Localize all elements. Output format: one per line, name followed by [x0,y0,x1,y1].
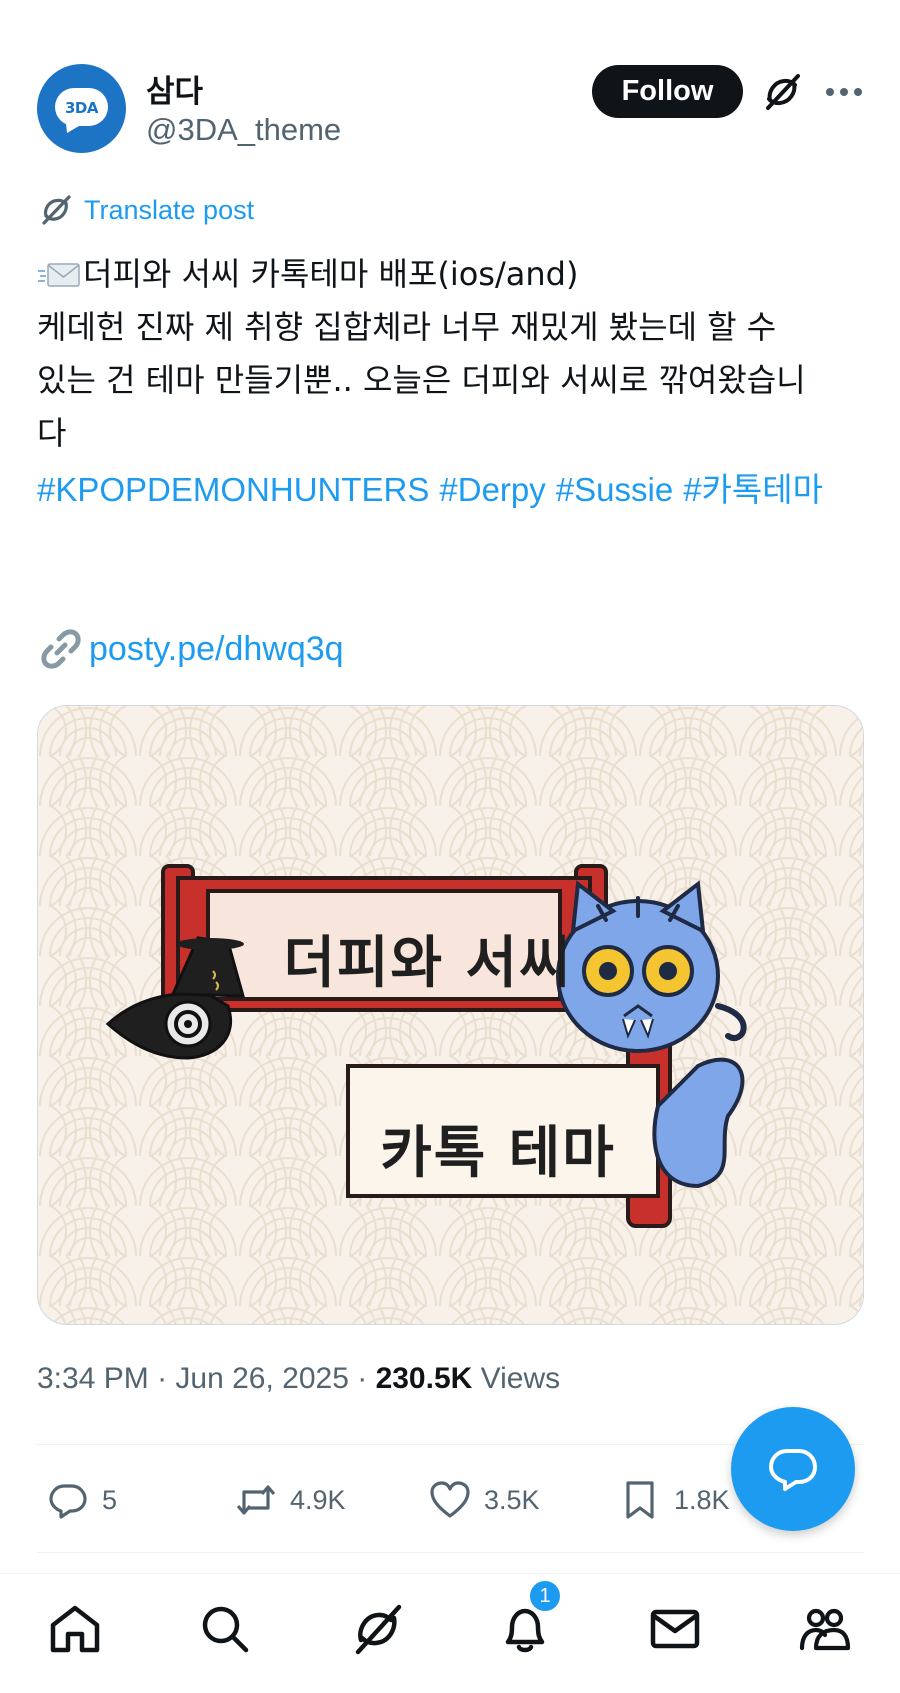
like-button[interactable]: 3.5K [428,1470,540,1530]
post-time[interactable]: 3:34 PM [37,1362,149,1395]
incoming-envelope-icon [38,263,80,287]
image-illustration [38,706,863,1324]
hashtag-link[interactable]: #카톡테마 [683,471,823,508]
repost-button[interactable]: 4.9K [234,1470,346,1530]
post-image[interactable]: 더피와 서씨 카톡 테마 [37,705,864,1325]
grok-icon [355,1604,402,1655]
repost-icon [236,1485,276,1515]
notification-badge: 1 [527,1578,563,1614]
communities-icon [799,1608,851,1651]
external-link-text: posty.pe/dhwq3q [89,629,344,668]
home-icon [50,1605,100,1653]
mail-icon [650,1609,700,1649]
like-count: 3.5K [484,1484,540,1515]
nav-communities[interactable] [792,1596,858,1662]
post-header: 3DA 삼다 @3DA_theme Follow [0,0,900,180]
bookmark-icon [626,1481,654,1519]
post-line-4: 다 [37,414,67,452]
post-line-3: 있는 건 테마 만들기뿐.. 오늘은 더피와 서씨로 깎여왔습니 [37,361,806,399]
more-options-icon[interactable] [822,70,866,114]
author-handle[interactable]: @3DA_theme [146,112,341,148]
post-metadata: 3:34 PM · Jun 26, 2025 · 230.5K Views [37,1362,560,1396]
hashtag-link[interactable]: #KPOPDEMONHUNTERS [37,471,429,508]
hashtag-list: #KPOPDEMONHUNTERS #Derpy #Sussie #카톡테마 [37,463,867,516]
search-icon [202,1606,249,1653]
image-title-line-2: 카톡 테마 [380,1121,616,1186]
bottom-navigation: 1 [0,1573,900,1693]
reply-count: 5 [102,1484,118,1515]
compose-message-button[interactable] [731,1407,855,1531]
reply-icon [49,1484,87,1519]
author-display-name[interactable]: 삼다 [146,66,203,111]
grok-icon[interactable] [760,70,804,114]
post-line-1: 더피와 서씨 카톡테마 배포(ios/and) [37,248,867,301]
translate-post-link[interactable]: Translate post [38,190,254,230]
external-link[interactable]: posty.pe/dhwq3q [37,625,344,673]
hashtag-link[interactable]: #Sussie [556,471,673,508]
hashtag-link[interactable]: #Derpy [439,471,545,508]
image-title-line-1: 더피와 서씨 [283,931,573,996]
follow-button[interactable]: Follow [592,65,743,118]
post-body: 더피와 서씨 카톡테마 배포(ios/and) 케데헌 진짜 제 취향 집합체라… [37,248,867,460]
avatar[interactable]: 3DA [37,64,126,153]
divider [37,1552,864,1553]
reply-button[interactable]: 5 [46,1470,117,1530]
heart-icon [430,1481,470,1518]
meta-separator: · [357,1362,376,1395]
post-line-1-text: 더피와 서씨 카톡테마 배포(ios/and) [83,255,579,293]
translate-post-label: Translate post [84,194,255,225]
link-icon [41,629,81,669]
repost-count: 4.9K [290,1484,346,1515]
bookmark-count: 1.8K [674,1484,730,1515]
meta-separator: · [157,1362,176,1395]
post-date[interactable]: Jun 26, 2025 [175,1362,348,1395]
message-bubble-icon [769,1449,817,1491]
avatar-logo-text: 3DA [65,99,99,117]
bookmark-button[interactable]: 1.8K [618,1470,730,1530]
views-label: Views [480,1362,561,1395]
post-line-2: 케데헌 진짜 제 취향 집합체라 너무 재밌게 봤는데 할 수 [37,308,777,346]
views-count: 230.5K [375,1362,473,1395]
nav-home[interactable] [42,1596,108,1662]
nav-messages[interactable] [642,1596,708,1662]
nav-grok[interactable] [345,1596,411,1662]
nav-search[interactable] [192,1596,258,1662]
grok-icon [42,195,71,225]
